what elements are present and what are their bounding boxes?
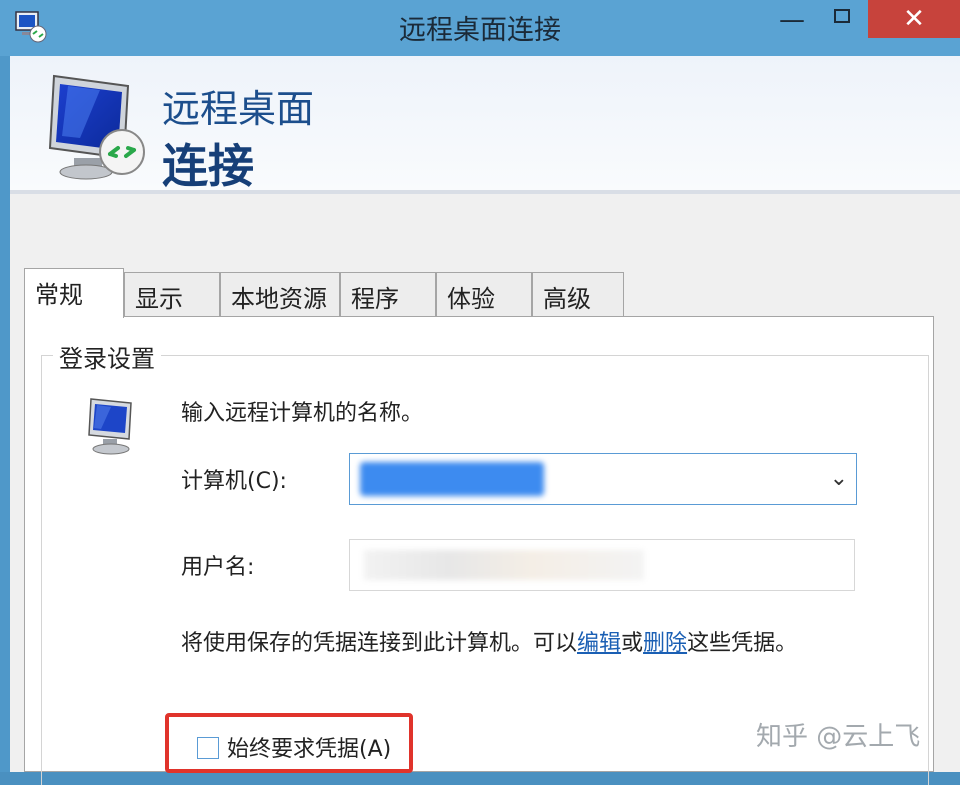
delete-credentials-link[interactable]: 删除 xyxy=(643,631,687,656)
always-ask-checkbox[interactable] xyxy=(197,737,219,759)
computer-label: 计算机(C): xyxy=(181,469,287,494)
username-value-redacted xyxy=(364,550,644,580)
credentials-note: 将使用保存的凭据连接到此计算机。可以编辑或删除这些凭据。 xyxy=(181,625,797,657)
banner-title-line1: 远程桌面 xyxy=(162,87,315,131)
tab-general[interactable]: 常规 xyxy=(24,268,124,318)
zhihu-watermark: 知乎 @云上飞 xyxy=(756,722,921,752)
note-suffix: 这些凭据。 xyxy=(687,631,798,656)
computer-icon xyxy=(88,398,132,455)
dialog-body: 远程桌面 连接 常规 显示 本地资源 程序 体验 高级 登录设置 输入远程计算机… xyxy=(10,56,960,785)
edit-credentials-link[interactable]: 编辑 xyxy=(577,631,621,656)
computer-value-redacted xyxy=(360,462,544,496)
banner: 远程桌面 连接 xyxy=(10,56,960,193)
title-bar[interactable]: 远程桌面连接 — ✕ xyxy=(0,0,960,56)
banner-divider xyxy=(10,190,960,194)
username-label: 用户名: xyxy=(181,555,255,580)
tab-panel-general: 登录设置 输入远程计算机的名称。 计算机(C): ⌄ 用户名: 将使用保存的凭据… xyxy=(24,316,934,785)
maximize-icon xyxy=(834,9,850,23)
remote-desktop-window: 远程桌面连接 — ✕ 远程桌面 连接 常规 显示 本地资源 程序 体验 高级 登… xyxy=(0,0,960,785)
note-prefix: 将使用保存的凭据连接到此计算机。可以 xyxy=(181,631,578,656)
login-settings-label: 登录设置 xyxy=(53,339,161,374)
note-or: 或 xyxy=(621,631,644,656)
remote-desktop-icon xyxy=(48,74,145,180)
intro-text: 输入远程计算机的名称。 xyxy=(181,401,424,426)
chevron-down-icon[interactable]: ⌄ xyxy=(830,466,848,491)
computer-combobox[interactable]: ⌄ xyxy=(349,453,857,505)
tab-display[interactable]: 显示 xyxy=(124,272,220,316)
tab-local-resources[interactable]: 本地资源 xyxy=(220,272,340,316)
maximize-button[interactable] xyxy=(820,0,864,40)
tab-experience[interactable]: 体验 xyxy=(436,272,532,316)
tab-advanced[interactable]: 高级 xyxy=(532,272,624,316)
always-ask-highlight: 始终要求凭据(A) xyxy=(165,713,413,773)
always-ask-label[interactable]: 始终要求凭据(A) xyxy=(227,731,391,763)
window-title: 远程桌面连接 xyxy=(399,15,561,46)
tab-programs[interactable]: 程序 xyxy=(340,272,436,316)
close-button[interactable]: ✕ xyxy=(868,0,960,38)
username-field[interactable] xyxy=(349,539,855,591)
minimize-button[interactable]: — xyxy=(770,0,814,40)
banner-title-line2: 连接 xyxy=(162,139,254,193)
